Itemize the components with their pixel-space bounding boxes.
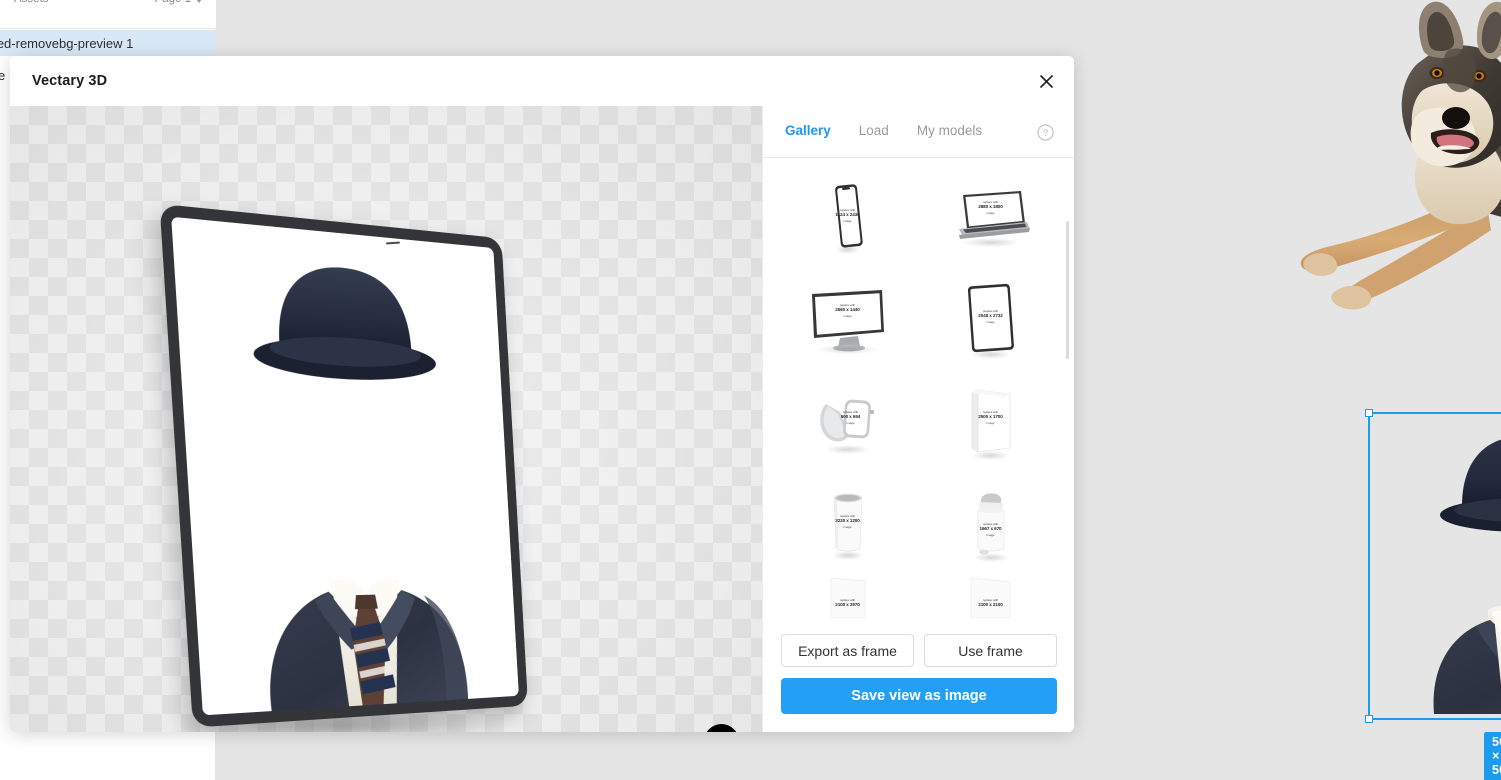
use-frame-button[interactable]: Use frame bbox=[924, 634, 1057, 667]
gallery-item-poster-portrait-mockup[interactable]: replace with 2100 x 2970 bbox=[781, 574, 914, 619]
tab-load[interactable]: Load bbox=[859, 123, 889, 140]
layer-label: e bbox=[0, 67, 6, 83]
gallery-grid-scroll[interactable]: replace with 1124 x 2436 image replace w… bbox=[763, 158, 1074, 660]
panel-tabs: Gallery Load My models ? bbox=[763, 106, 1074, 158]
gallery-item-bottle-mockup[interactable]: replace with 1667 x 670 image bbox=[924, 472, 1057, 574]
help-icon[interactable]: ? bbox=[1037, 124, 1054, 141]
vectary-side-panel: Gallery Load My models ? replace with 11… bbox=[762, 106, 1074, 732]
gallery-scrollbar-thumb[interactable] bbox=[1066, 221, 1069, 359]
svg-text:?: ? bbox=[1043, 128, 1048, 139]
model-viewport[interactable] bbox=[10, 106, 762, 732]
question-mark-circle-glyph: ? bbox=[1037, 124, 1054, 141]
monitor-mockup-icon bbox=[811, 290, 884, 352]
export-as-frame-button[interactable]: Export as frame bbox=[781, 634, 914, 667]
page-selector[interactable]: Page 1 bbox=[155, 0, 202, 11]
wolf-cutout-image[interactable] bbox=[1291, 0, 1501, 319]
mock-label: replace with 2100 x 2100 bbox=[978, 598, 1003, 608]
assets-label: Assets bbox=[14, 0, 49, 5]
gallery-item-book-box-mockup[interactable]: replace with 2500 x 1700 image bbox=[924, 370, 1057, 472]
mock-label: replace with 2048 x 2732 image bbox=[978, 309, 1003, 325]
screen-artwork-son-of-man bbox=[171, 216, 519, 716]
tab-gallery[interactable]: Gallery bbox=[785, 123, 831, 140]
poster-portrait-mockup-icon bbox=[830, 577, 865, 619]
laptop-mockup-icon bbox=[958, 191, 1030, 239]
mock-label: replace with 2100 x 2970 bbox=[835, 598, 860, 608]
mock-label: replace with 500 x 694 image bbox=[840, 410, 861, 426]
tablet-screen bbox=[171, 216, 519, 716]
gallery-item-monitor-mockup[interactable]: replace with 2560 x 1440 image bbox=[781, 268, 914, 370]
mock-label: replace with 2880 x 1800 image bbox=[978, 200, 1003, 216]
layer-item-removebg-preview[interactable]: med-removebg-preview 1 bbox=[0, 30, 216, 56]
close-icon[interactable] bbox=[1034, 69, 1058, 93]
tablet-3d-model[interactable] bbox=[159, 203, 529, 728]
gallery-item-poster-square-mockup[interactable]: replace with 2100 x 2100 bbox=[924, 574, 1057, 619]
son-of-man-cutout-image[interactable] bbox=[1370, 414, 1501, 718]
mock-label: replace with 2560 x 1440 image bbox=[835, 303, 860, 319]
gallery-item-laptop-mockup[interactable]: replace with 2880 x 1800 image bbox=[924, 166, 1057, 268]
mock-label: replace with 3220 x 1200 image bbox=[835, 514, 860, 530]
gallery-item-can-mockup[interactable]: replace with 3220 x 1200 image bbox=[781, 472, 914, 574]
gallery-item-smartwatch-mockup[interactable]: replace with 500 x 694 image bbox=[781, 370, 914, 472]
layer-label: med-removebg-preview 1 bbox=[0, 35, 134, 51]
wolf-illustration bbox=[1300, 1, 1501, 310]
close-glyph bbox=[1039, 74, 1053, 88]
mock-label: replace with 1667 x 670 image bbox=[979, 522, 1002, 538]
selection-frame[interactable] bbox=[1365, 409, 1501, 723]
chevron-down-icon bbox=[196, 0, 202, 3]
sidebar-header: Assets Page 1 bbox=[0, 0, 216, 29]
save-view-as-image-button[interactable]: Save view as image bbox=[781, 678, 1057, 714]
gallery-item-phone-mockup[interactable]: replace with 1124 x 2436 image bbox=[781, 166, 914, 268]
vectary-3d-dialog: Vectary 3D Gallery Load My models ? repl… bbox=[10, 56, 1074, 732]
gallery-item-tablet-mockup[interactable]: replace with 2048 x 2732 image bbox=[924, 268, 1057, 370]
tab-my-models[interactable]: My models bbox=[917, 123, 982, 140]
page-label: Page 1 bbox=[155, 0, 191, 5]
dialog-titlebar: Vectary 3D bbox=[10, 56, 1074, 106]
mock-label: replace with 1124 x 2436 image bbox=[835, 208, 860, 224]
selection-size-badge: 500 × 500 bbox=[1484, 732, 1501, 780]
poster-square-mockup-icon bbox=[970, 577, 1010, 619]
panel-action-buttons: Export as frame Use frame Save view as i… bbox=[763, 624, 1074, 732]
gallery-grid: replace with 1124 x 2436 image replace w… bbox=[781, 166, 1057, 619]
dialog-title: Vectary 3D bbox=[32, 73, 108, 89]
mock-label: replace with 2500 x 1700 image bbox=[978, 410, 1003, 426]
